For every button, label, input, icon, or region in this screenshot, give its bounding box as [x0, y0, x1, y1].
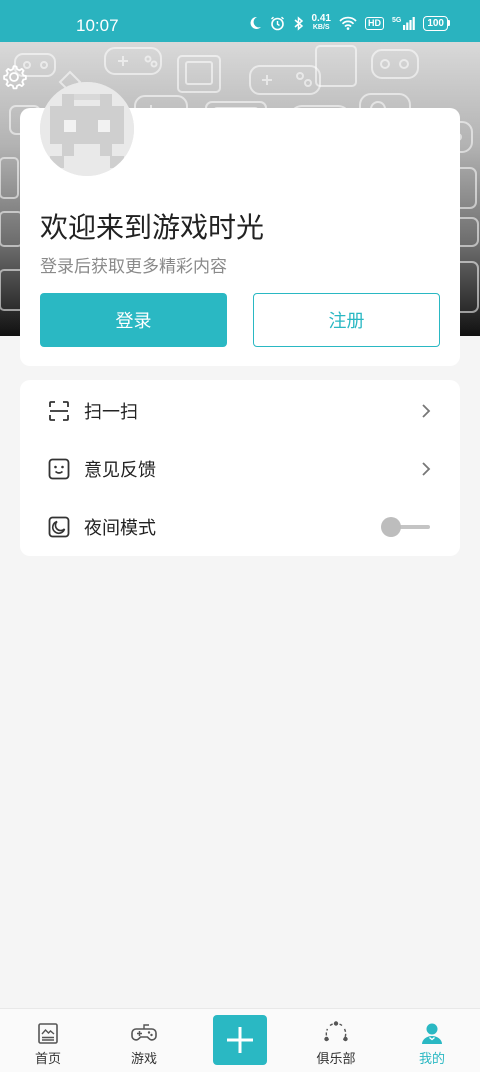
register-button[interactable]: 注册 [253, 293, 440, 347]
net-speed-unit: KB/S [312, 24, 330, 31]
gear-icon[interactable] [0, 63, 28, 91]
welcome-title: 欢迎来到游戏时光 [40, 211, 265, 244]
nav-games[interactable]: 游戏 [96, 1009, 192, 1072]
status-icons: 0.41 KB/S HD 5G 100 [248, 14, 450, 32]
night-mode-toggle[interactable] [380, 515, 432, 539]
net-speed: 0.41 KB/S [312, 14, 331, 32]
club-icon [324, 1021, 348, 1042]
menu-label-feedback: 意见反馈 [84, 460, 156, 481]
menu-card: 扫一扫 意见反馈 夜间模式 [20, 380, 460, 556]
battery-level: 100 [423, 15, 448, 31]
home-news-icon [38, 1023, 58, 1044]
gamepad-icon [131, 1024, 157, 1041]
net-speed-value: 0.41 [311, 13, 331, 24]
nav-label-club: 俱乐部 [316, 1052, 356, 1067]
night-mode-icon [48, 516, 70, 538]
menu-item-feedback[interactable]: 意见反馈 [20, 440, 460, 498]
menu-label-night-mode: 夜间模式 [84, 518, 156, 539]
nav-label-home: 首页 [34, 1052, 61, 1067]
hd-badge: HD [364, 16, 384, 30]
moon-icon [250, 16, 261, 29]
nav-mine[interactable]: 我的 [384, 1009, 480, 1072]
menu-item-night-mode: 夜间模式 [20, 498, 460, 556]
menu-label-scan: 扫一扫 [84, 402, 138, 423]
welcome-subtitle: 登录后获取更多精彩内容 [40, 257, 227, 277]
login-button[interactable]: 登录 [40, 293, 227, 347]
wifi-icon [339, 16, 357, 30]
nav-club[interactable]: 俱乐部 [288, 1009, 384, 1072]
plus-icon [227, 1027, 253, 1053]
pixel-avatar-icon [40, 82, 134, 176]
feedback-face-icon [48, 458, 70, 480]
user-icon [422, 1023, 442, 1044]
nav-home[interactable]: 首页 [0, 1009, 96, 1072]
nav-label-mine: 我的 [418, 1052, 445, 1067]
status-time: 10:07 [76, 16, 119, 35]
signal-5g: 5G [391, 16, 416, 30]
alarm-icon [270, 16, 284, 30]
menu-item-scan[interactable]: 扫一扫 [20, 382, 460, 440]
battery-indicator: 100 [423, 15, 450, 31]
bluetooth-icon [294, 15, 303, 31]
nav-label-games: 游戏 [130, 1052, 157, 1067]
signal-icon [403, 16, 416, 30]
scan-icon [49, 401, 69, 421]
chevron-right-icon [422, 404, 431, 418]
avatar[interactable] [40, 82, 134, 176]
chevron-right-icon [422, 462, 431, 476]
status-bar: 10:07 0.41 KB/S HD 5G 100 [0, 0, 480, 42]
battery-tip [448, 20, 450, 26]
post-plus-button[interactable] [213, 1015, 267, 1065]
network-label: 5G [391, 16, 402, 24]
